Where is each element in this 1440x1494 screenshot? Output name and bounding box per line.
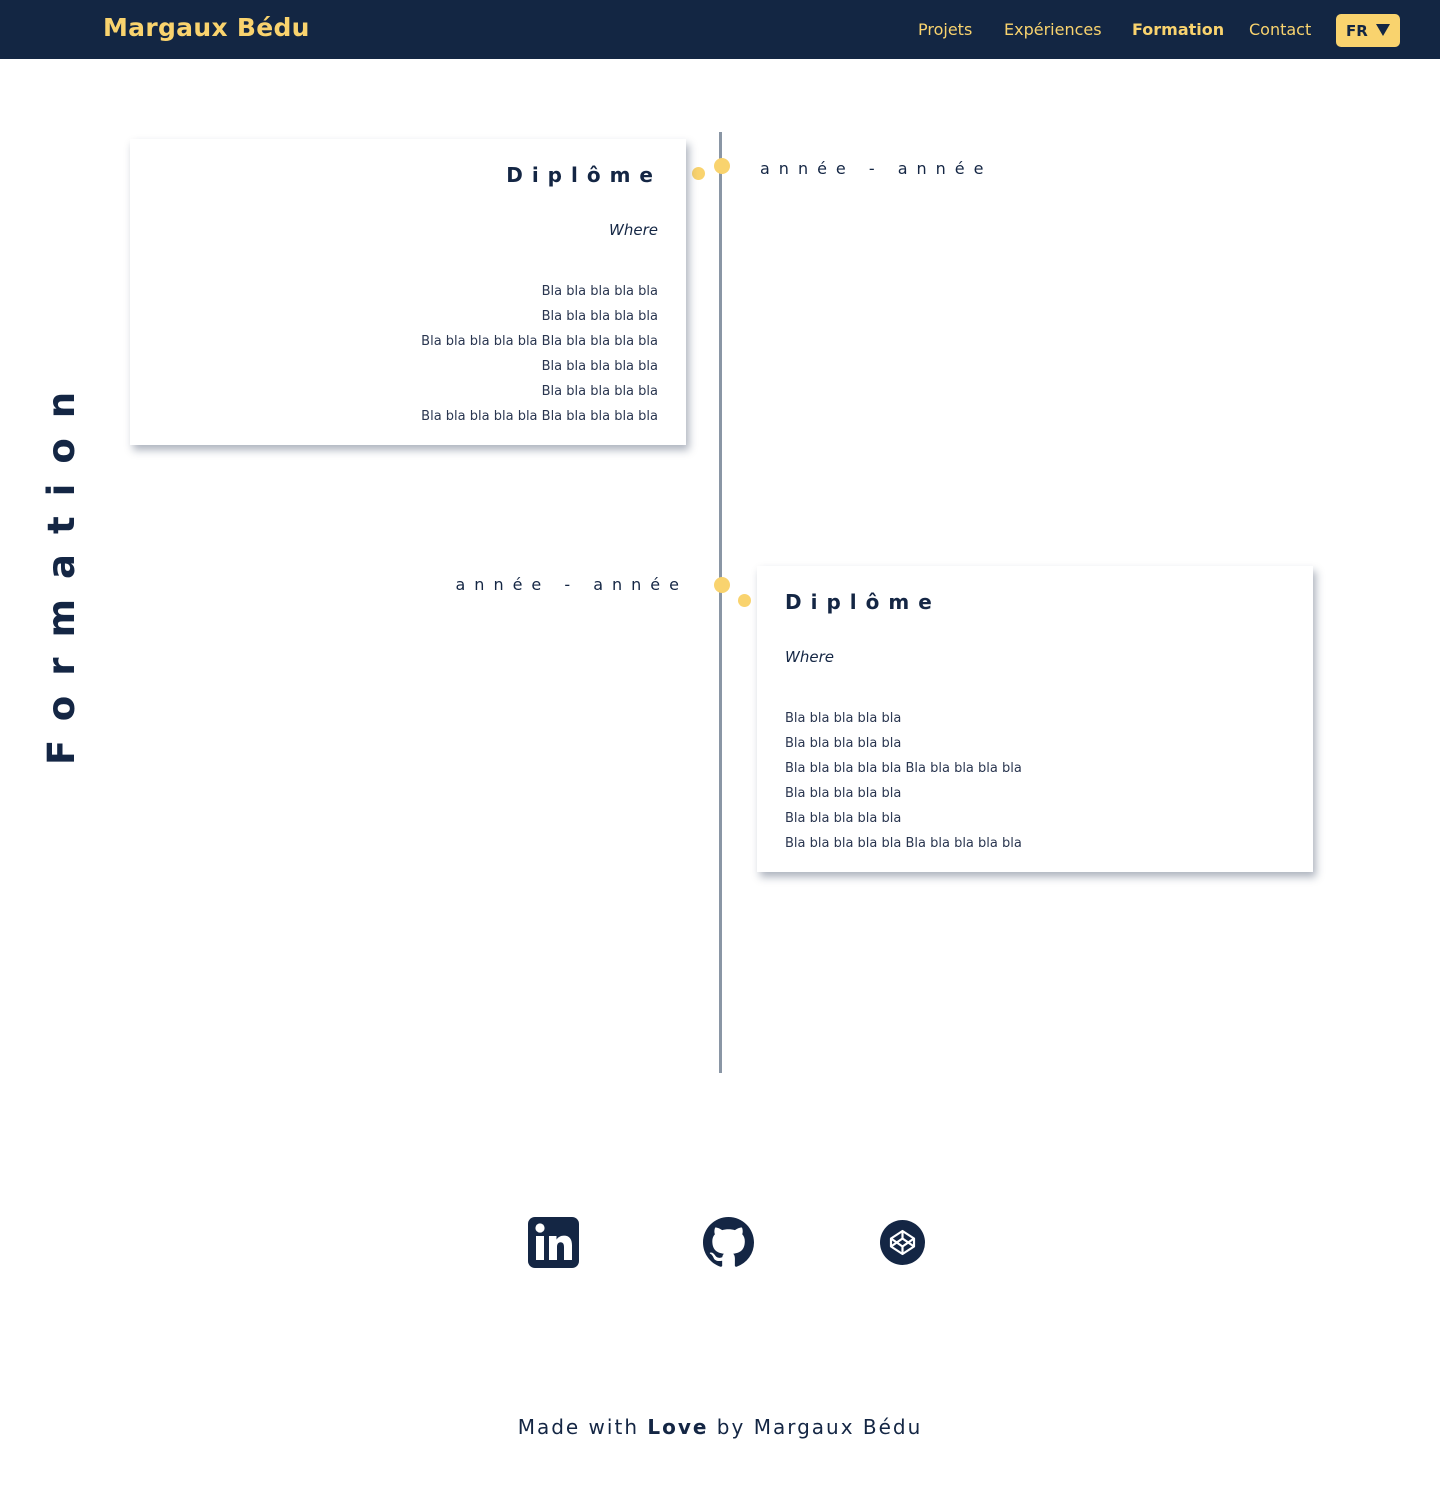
education-card: Diplôme Where Bla bla bla bla bla Bla bl… (130, 139, 686, 445)
language-selected-value: FR (1346, 22, 1368, 40)
nav-link-contact[interactable]: Contact (1249, 20, 1311, 39)
card-connector-dot (692, 167, 705, 180)
codepen-icon (880, 1220, 925, 1265)
card-description-line: Bla bla bla bla bla Bla bla bla bla bla (785, 836, 1022, 851)
language-select[interactable]: FR (1336, 14, 1400, 47)
timeline-date: année - année (455, 575, 688, 594)
card-description-line: Bla bla bla bla bla (541, 359, 658, 374)
timeline-dot (714, 158, 730, 174)
card-description: Bla bla bla bla bla Bla bla bla bla bla … (785, 706, 1022, 856)
card-description-line: Bla bla bla bla bla (541, 309, 658, 324)
section-title: Formation (40, 371, 83, 765)
timeline-date: année - année (760, 159, 993, 178)
card-description: Bla bla bla bla bla Bla bla bla bla bla … (421, 279, 658, 429)
card-location: Where (785, 648, 834, 666)
card-location: Where (609, 221, 658, 239)
timeline-line (719, 132, 722, 1073)
card-description-line: Bla bla bla bla bla (785, 786, 902, 801)
card-description-line: Bla bla bla bla bla (541, 384, 658, 399)
caret-down-icon (1376, 24, 1390, 36)
education-card: Diplôme Where Bla bla bla bla bla Bla bl… (757, 566, 1313, 872)
linkedin-link[interactable] (528, 1217, 579, 1268)
nav-link-projets[interactable]: Projets (918, 20, 972, 39)
nav-link-experiences[interactable]: Expériences (1004, 20, 1102, 39)
linkedin-icon (528, 1217, 579, 1268)
card-title: Diplôme (785, 590, 941, 614)
card-description-line: Bla bla bla bla bla Bla bla bla bla bla (421, 409, 658, 424)
card-description-line: Bla bla bla bla bla (785, 736, 902, 751)
timeline-dot (714, 577, 730, 593)
codepen-link[interactable] (880, 1220, 925, 1265)
card-description-line: Bla bla bla bla bla (541, 284, 658, 299)
card-description-line: Bla bla bla bla bla (785, 811, 902, 826)
navbar: Margaux Bédu Projets Expériences Formati… (0, 0, 1440, 59)
github-icon (703, 1217, 754, 1267)
github-link[interactable] (703, 1217, 754, 1268)
footer-prefix: Made with (517, 1415, 648, 1439)
brand-logo[interactable]: Margaux Bédu (103, 13, 310, 42)
card-description-line: Bla bla bla bla bla Bla bla bla bla bla (421, 334, 658, 349)
nav-link-formation[interactable]: Formation (1132, 20, 1224, 39)
card-connector-dot (738, 594, 751, 607)
footer-credit: Made with Love by Margaux Bédu (0, 1415, 1440, 1439)
footer-suffix: by Margaux Bédu (708, 1415, 923, 1439)
card-description-line: Bla bla bla bla bla Bla bla bla bla bla (785, 761, 1022, 776)
card-title: Diplôme (506, 163, 662, 187)
card-description-line: Bla bla bla bla bla (785, 711, 902, 726)
footer-love: Love (647, 1415, 709, 1439)
